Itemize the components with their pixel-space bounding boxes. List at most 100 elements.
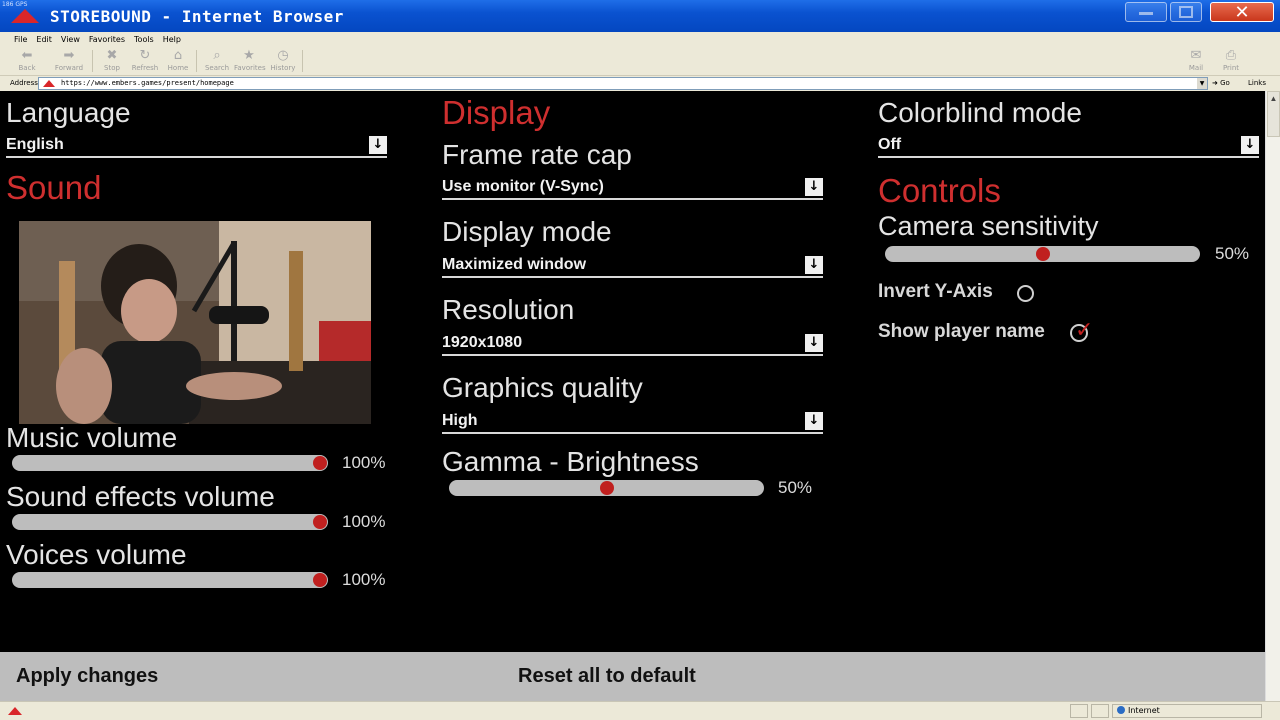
settings-page: Language English ↓ Sound Music volume 10… bbox=[0, 91, 1265, 701]
camera-sensitivity-slider[interactable]: 50% bbox=[885, 244, 1255, 263]
globe-icon bbox=[1117, 706, 1125, 714]
mail-button[interactable]: ✉ Mail bbox=[1181, 48, 1211, 74]
slider-track bbox=[12, 455, 328, 471]
sfx-volume-label: Sound effects volume bbox=[6, 481, 275, 512]
star-icon: ★ bbox=[243, 48, 255, 63]
address-input[interactable]: https://www.embers.games/present/homepag… bbox=[38, 77, 1208, 90]
language-value: English bbox=[6, 136, 64, 153]
close-button[interactable]: ✕ bbox=[1210, 1, 1274, 23]
back-button[interactable]: ⬅ Back bbox=[12, 48, 42, 74]
dropdown-arrow-icon: ↓ bbox=[805, 412, 823, 430]
stop-label: Stop bbox=[104, 64, 120, 72]
music-volume-slider[interactable]: 100% bbox=[12, 453, 392, 472]
sound-heading: Sound bbox=[6, 169, 102, 206]
graphics-quality-dropdown[interactable]: High ↓ bbox=[442, 412, 823, 434]
search-button[interactable]: ⌕ Search bbox=[202, 48, 232, 74]
checkmark-icon: ✓ bbox=[1075, 318, 1094, 343]
dropdown-arrow-icon: ↓ bbox=[1241, 136, 1259, 154]
dropdown-arrow-icon: ↓ bbox=[369, 136, 387, 154]
apply-changes-button[interactable]: Apply changes bbox=[16, 665, 158, 688]
frame-rate-value: Use monitor (V-Sync) bbox=[442, 178, 604, 195]
site-favicon-icon bbox=[43, 80, 55, 87]
gamma-label: Gamma - Brightness bbox=[442, 446, 699, 477]
reset-defaults-button[interactable]: Reset all to default bbox=[518, 665, 696, 688]
close-icon: ✕ bbox=[1234, 1, 1250, 23]
favorites-button[interactable]: ★ Favorites bbox=[234, 48, 266, 74]
slider-knob[interactable] bbox=[313, 456, 327, 470]
scroll-up-icon[interactable]: ▲ bbox=[1267, 91, 1280, 137]
favorites-label: Favorites bbox=[234, 64, 266, 72]
slider-knob[interactable] bbox=[1035, 247, 1050, 261]
search-icon: ⌕ bbox=[213, 48, 221, 63]
colorblind-dropdown[interactable]: Off ↓ bbox=[878, 136, 1259, 158]
address-bar: Address https://www.embers.games/present… bbox=[0, 76, 1280, 91]
refresh-button[interactable]: ↻ Refresh bbox=[130, 48, 160, 74]
resolution-label: Resolution bbox=[442, 294, 575, 325]
menu-view[interactable]: View bbox=[61, 35, 80, 44]
webcam-image bbox=[19, 221, 371, 424]
address-dropdown-icon[interactable]: ▼ bbox=[1197, 78, 1207, 89]
history-button[interactable]: ◷ History bbox=[268, 48, 298, 74]
zone-label: Internet bbox=[1128, 706, 1160, 715]
dropdown-arrow-icon: ↓ bbox=[805, 256, 823, 274]
slider-knob[interactable] bbox=[599, 481, 614, 495]
menu-edit[interactable]: Edit bbox=[36, 35, 52, 44]
page-scrollbar[interactable]: ▲ bbox=[1265, 91, 1280, 701]
graphics-quality-value: High bbox=[442, 412, 478, 429]
resolution-dropdown[interactable]: 1920x1080 ↓ bbox=[442, 334, 823, 356]
dropdown-arrow-icon: ↓ bbox=[805, 334, 823, 352]
display-heading: Display bbox=[442, 94, 551, 131]
go-label: Go bbox=[1220, 79, 1230, 87]
slider-track bbox=[12, 514, 328, 530]
home-button[interactable]: ⌂ Home bbox=[163, 48, 193, 74]
toolbar-divider bbox=[302, 50, 303, 72]
printer-icon: ⎙ bbox=[1225, 48, 1237, 63]
slider-knob[interactable] bbox=[313, 573, 327, 587]
controls-heading: Controls bbox=[878, 172, 1001, 209]
go-button[interactable]: ➜ Go bbox=[1212, 79, 1230, 87]
menu-file[interactable]: File bbox=[14, 35, 27, 44]
status-cell bbox=[1091, 704, 1109, 718]
refresh-label: Refresh bbox=[131, 64, 159, 72]
frame-rate-label: Frame rate cap bbox=[442, 139, 632, 170]
back-label: Back bbox=[18, 64, 36, 72]
webcam-overlay bbox=[19, 221, 371, 424]
print-label: Print bbox=[1222, 64, 1240, 72]
language-dropdown[interactable]: English ↓ bbox=[6, 136, 387, 158]
frame-rate-dropdown[interactable]: Use monitor (V-Sync) ↓ bbox=[442, 178, 823, 200]
sfx-volume-value: 100% bbox=[342, 512, 386, 531]
camera-sensitivity-label: Camera sensitivity bbox=[878, 211, 1099, 241]
minimize-button[interactable] bbox=[1125, 2, 1167, 22]
window-title: STOREBOUND - Internet Browser bbox=[50, 6, 344, 26]
invert-y-toggle[interactable] bbox=[1017, 285, 1034, 302]
display-mode-dropdown[interactable]: Maximized window ↓ bbox=[442, 256, 823, 278]
print-button[interactable]: ⎙ Print bbox=[1216, 48, 1246, 74]
slider-knob[interactable] bbox=[313, 515, 327, 529]
voices-volume-slider[interactable]: 100% bbox=[12, 570, 392, 589]
dropdown-arrow-icon: ↓ bbox=[805, 178, 823, 196]
storebound-logo-icon bbox=[11, 9, 39, 23]
mail-icon: ✉ bbox=[1190, 48, 1202, 63]
toolbar-divider bbox=[196, 50, 197, 72]
show-player-name-toggle[interactable]: ✓ bbox=[1070, 318, 1093, 343]
display-mode-label: Display mode bbox=[442, 216, 612, 247]
refresh-icon: ↻ bbox=[139, 48, 151, 63]
mail-label: Mail bbox=[1188, 64, 1204, 72]
display-mode-value: Maximized window bbox=[442, 256, 587, 273]
forward-button[interactable]: ➡ Forward bbox=[54, 48, 84, 74]
sfx-volume-slider[interactable]: 100% bbox=[12, 512, 392, 531]
voices-volume-label: Voices volume bbox=[6, 539, 187, 570]
links-button[interactable]: Links bbox=[1248, 79, 1266, 87]
menu-tools[interactable]: Tools bbox=[134, 35, 154, 44]
colorblind-value: Off bbox=[878, 136, 902, 153]
status-cell bbox=[1070, 704, 1088, 718]
menu-favorites[interactable]: Favorites bbox=[89, 35, 125, 44]
search-label: Search bbox=[204, 64, 230, 72]
maximize-button[interactable] bbox=[1170, 2, 1202, 22]
menu-help[interactable]: Help bbox=[163, 35, 181, 44]
colorblind-label: Colorblind mode bbox=[878, 97, 1082, 128]
status-logo-icon bbox=[8, 707, 22, 715]
stop-button[interactable]: ✖ Stop bbox=[97, 48, 127, 74]
gamma-slider[interactable]: 50% bbox=[449, 478, 819, 497]
graphics-quality-label: Graphics quality bbox=[442, 372, 643, 403]
